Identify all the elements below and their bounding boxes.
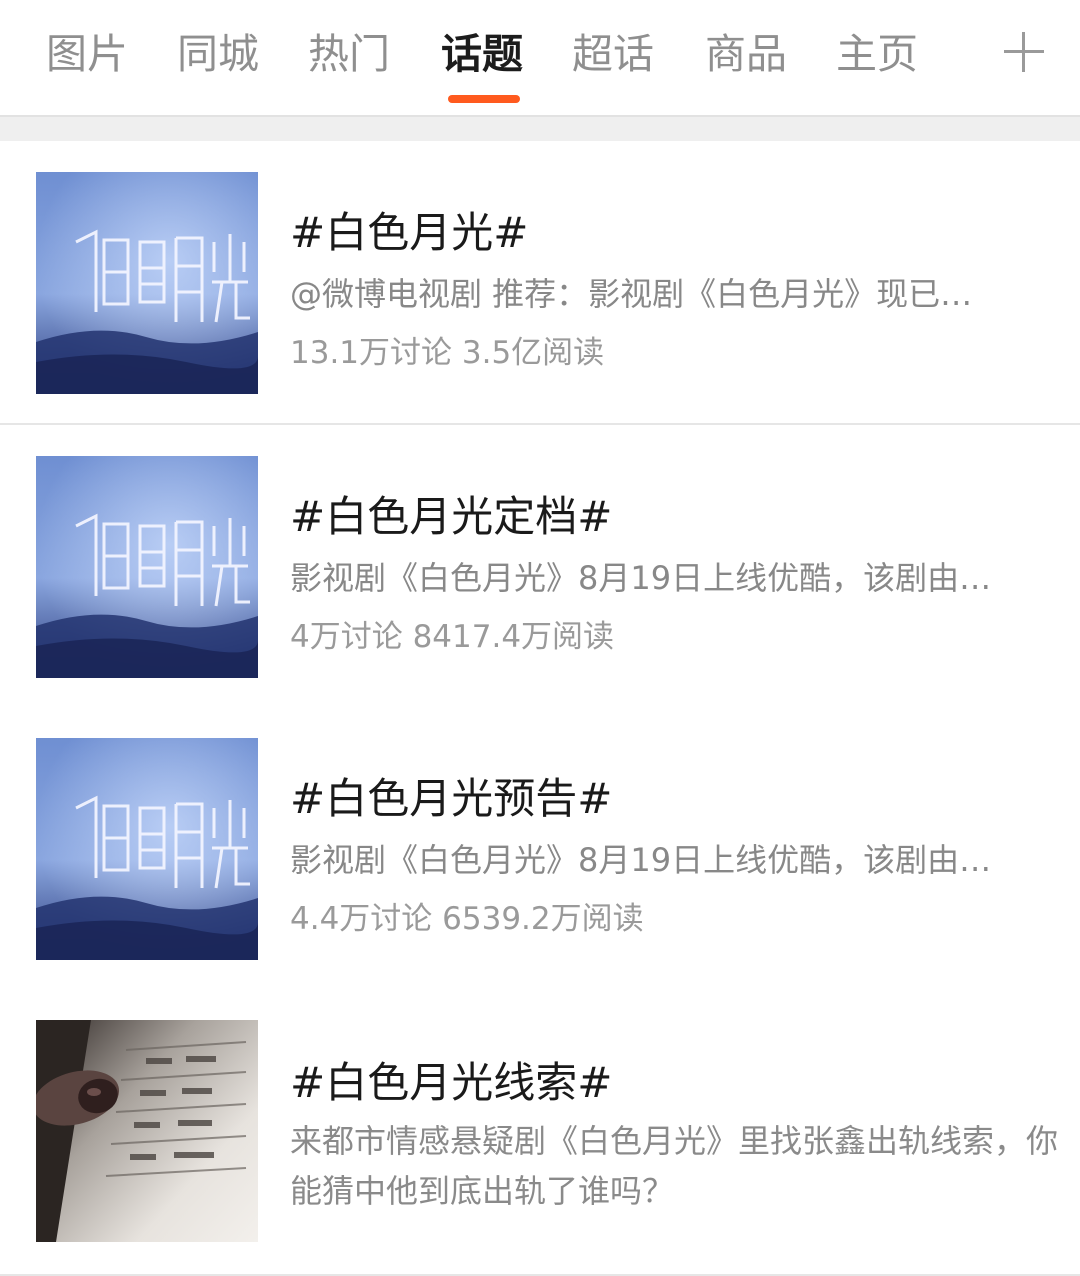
list-item-topic[interactable]: #白色月光# @微博电视剧 推荐：影视剧《白色月光》现已… 13.1万讨论 3.… <box>0 141 1080 425</box>
topic-description: 来都市情感悬疑剧《白色月光》里找张鑫出轨线索，你能猜中他到底出轨了谁吗？ <box>290 1122 1059 1210</box>
topic-title: #白色月光预告# <box>290 774 613 823</box>
list-item-topic[interactable]: #白色月光定档# 影视剧《白色月光》8月19日上线优酷，该剧由… 4万讨论 84… <box>0 425 1080 709</box>
topic-stats: 4.4万讨论 6539.2万阅读 <box>290 901 644 937</box>
list-item-topic[interactable]: #白色月光线索# 来都市情感悬疑剧《白色月光》里找张鑫出轨线索，你能猜中他到底出… <box>0 989 1080 1276</box>
list-item-topic[interactable]: #白色月光预告# 影视剧《白色月光》8月19日上线优酷，该剧由… 4.4万讨论 … <box>0 707 1080 991</box>
active-tab-indicator <box>448 95 520 103</box>
tab-homepage[interactable]: 主页 <box>836 24 918 84</box>
tab-hot[interactable]: 热门 <box>308 24 390 84</box>
topic-title: #白色月光# <box>290 208 529 257</box>
poster-image <box>36 456 258 678</box>
topic-thumbnail <box>36 1020 258 1242</box>
topic-title: #白色月光定档# <box>290 492 613 541</box>
receipt-photo <box>36 1020 258 1242</box>
plus-icon[interactable] <box>1002 30 1046 74</box>
topic-description: @微博电视剧 推荐：影视剧《白色月光》现已… <box>290 275 973 313</box>
poster-image <box>36 172 258 394</box>
topic-title: #白色月光线索# <box>290 1058 613 1107</box>
tab-products[interactable]: 商品 <box>705 24 787 84</box>
topic-description: 影视剧《白色月光》8月19日上线优酷，该剧由… <box>290 559 992 597</box>
topic-thumbnail <box>36 456 258 678</box>
topic-thumbnail <box>36 172 258 394</box>
topic-description: 影视剧《白色月光》8月19日上线优酷，该剧由… <box>290 841 992 879</box>
topic-stats: 4万讨论 8417.4万阅读 <box>290 619 615 655</box>
poster-image <box>36 738 258 960</box>
tab-pictures[interactable]: 图片 <box>46 24 128 84</box>
tab-super-topics[interactable]: 超话 <box>572 24 654 84</box>
tab-local[interactable]: 同城 <box>177 24 259 84</box>
section-divider <box>0 115 1080 141</box>
top-tab-bar: 图片 同城 热门 话题 超话 商品 主页 <box>0 0 1080 115</box>
topic-stats: 13.1万讨论 3.5亿阅读 <box>290 335 605 371</box>
topic-thumbnail <box>36 738 258 960</box>
tab-topics[interactable]: 话题 <box>441 24 523 84</box>
